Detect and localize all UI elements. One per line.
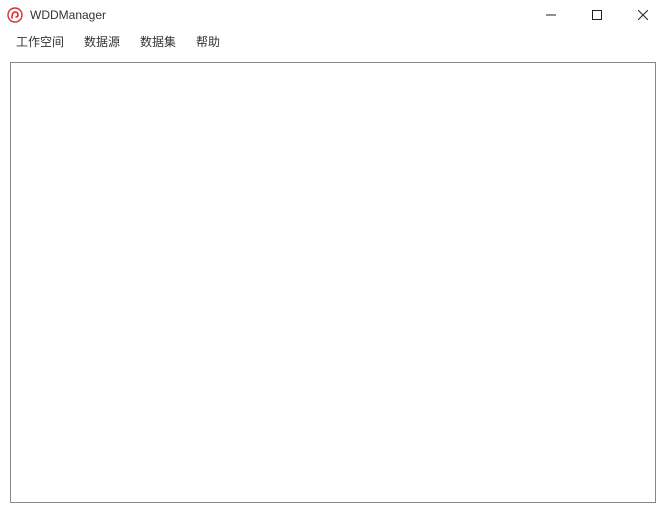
app-icon bbox=[6, 6, 24, 24]
window-title: WDDManager bbox=[30, 8, 106, 22]
maximize-button[interactable] bbox=[574, 0, 620, 30]
title-bar: WDDManager bbox=[0, 0, 666, 30]
content-area bbox=[10, 62, 656, 503]
menu-workspace[interactable]: 工作空间 bbox=[6, 31, 74, 52]
window-controls bbox=[528, 0, 666, 30]
content-wrapper bbox=[0, 52, 666, 515]
application-window: WDDManager 工作空间 数据源 数据集 帮助 bbox=[0, 0, 666, 515]
menu-datasource[interactable]: 数据源 bbox=[74, 31, 130, 52]
minimize-icon bbox=[546, 10, 556, 20]
close-button[interactable] bbox=[620, 0, 666, 30]
maximize-icon bbox=[592, 10, 602, 20]
close-icon bbox=[638, 10, 648, 20]
menu-dataset[interactable]: 数据集 bbox=[130, 31, 186, 52]
menu-help[interactable]: 帮助 bbox=[186, 31, 230, 52]
menu-bar: 工作空间 数据源 数据集 帮助 bbox=[0, 30, 666, 52]
minimize-button[interactable] bbox=[528, 0, 574, 30]
